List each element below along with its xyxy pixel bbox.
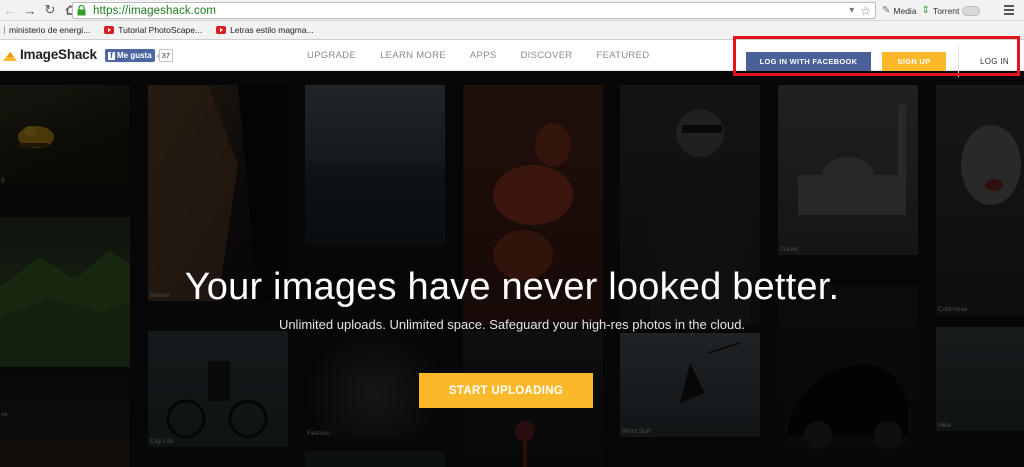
bookmark-label: Tutorial PhotoScape... (118, 25, 203, 35)
extension-area: ✎ Media ⇕ Torrent (882, 2, 981, 19)
torrent-icon: ⇕ (921, 5, 930, 16)
hero-subtitle: Unlimited uploads. Unlimited space. Safe… (278, 317, 746, 332)
facebook-like-count: 37 (155, 49, 174, 62)
address-bar[interactable]: https://imageshack.com ▾ ☆ (72, 2, 876, 19)
bookmark-item[interactable]: Tutorial PhotoScape... (104, 25, 202, 35)
extension-toggle[interactable] (962, 5, 981, 16)
annotation-highlight-box (733, 36, 1020, 76)
star-icon[interactable]: ☆ (860, 4, 871, 18)
nav-upgrade[interactable]: UPGRADE (307, 50, 356, 61)
extension-media[interactable]: ✎ Media (882, 5, 917, 16)
facebook-like-label: Me gusta (117, 51, 152, 60)
bookmark-item[interactable]: Letras estilo magma... (216, 25, 314, 35)
main-nav: UPGRADE LEARN MORE APPS DISCOVER FEATURE… (307, 50, 673, 61)
back-arrow-icon[interactable]: ← (0, 0, 20, 20)
forward-arrow-icon[interactable]: → (20, 0, 40, 20)
bookmark-item[interactable]: ministerio de energi... (1, 25, 90, 35)
hero-title: Your images have never looked better. (184, 266, 840, 308)
hero: Your images have never looked better. (0, 265, 1024, 309)
nav-learn-more[interactable]: LEARN MORE (380, 50, 446, 61)
extension-torrent[interactable]: ⇕ Torrent (922, 5, 981, 16)
nav-apps[interactable]: APPS (470, 50, 497, 61)
bookmark-label: Letras estilo magma... (230, 25, 314, 35)
dropdown-icon[interactable]: ▾ (849, 5, 854, 16)
extension-label: Torrent (932, 5, 960, 16)
start-uploading-button[interactable]: START UPLOADING (419, 373, 593, 408)
browser-window: ← → ↻ https://imageshack.com ▾ ☆ ✎ Media… (0, 0, 1024, 467)
lock-icon (77, 5, 87, 16)
logo-mark-icon (3, 51, 17, 61)
brand-name: ImageShack (20, 47, 97, 62)
omnibox-tools: ▾ ☆ (849, 3, 871, 18)
imageshack-logo[interactable]: ImageShack (3, 47, 97, 62)
bookmark-label: ministerio de energi... (9, 25, 91, 35)
url-text: https://imageshack.com (93, 4, 217, 17)
reload-icon[interactable]: ↻ (40, 0, 60, 20)
nav-discover[interactable]: DISCOVER (520, 50, 572, 61)
browser-toolbar: ← → ↻ https://imageshack.com ▾ ☆ ✎ Media… (0, 0, 1024, 21)
media-icon: ✎ (882, 5, 891, 16)
youtube-icon (216, 26, 227, 34)
bookmark-bullet-icon (1, 26, 5, 34)
facebook-like-button[interactable]: f Me gusta (105, 49, 155, 62)
facebook-like-widget[interactable]: f Me gusta 37 (105, 49, 174, 62)
nav-featured[interactable]: FEATURED (597, 50, 650, 61)
extension-label: Media (893, 5, 917, 16)
facebook-icon: f (108, 51, 115, 60)
menu-icon[interactable] (1004, 5, 1014, 15)
youtube-icon (104, 26, 115, 34)
